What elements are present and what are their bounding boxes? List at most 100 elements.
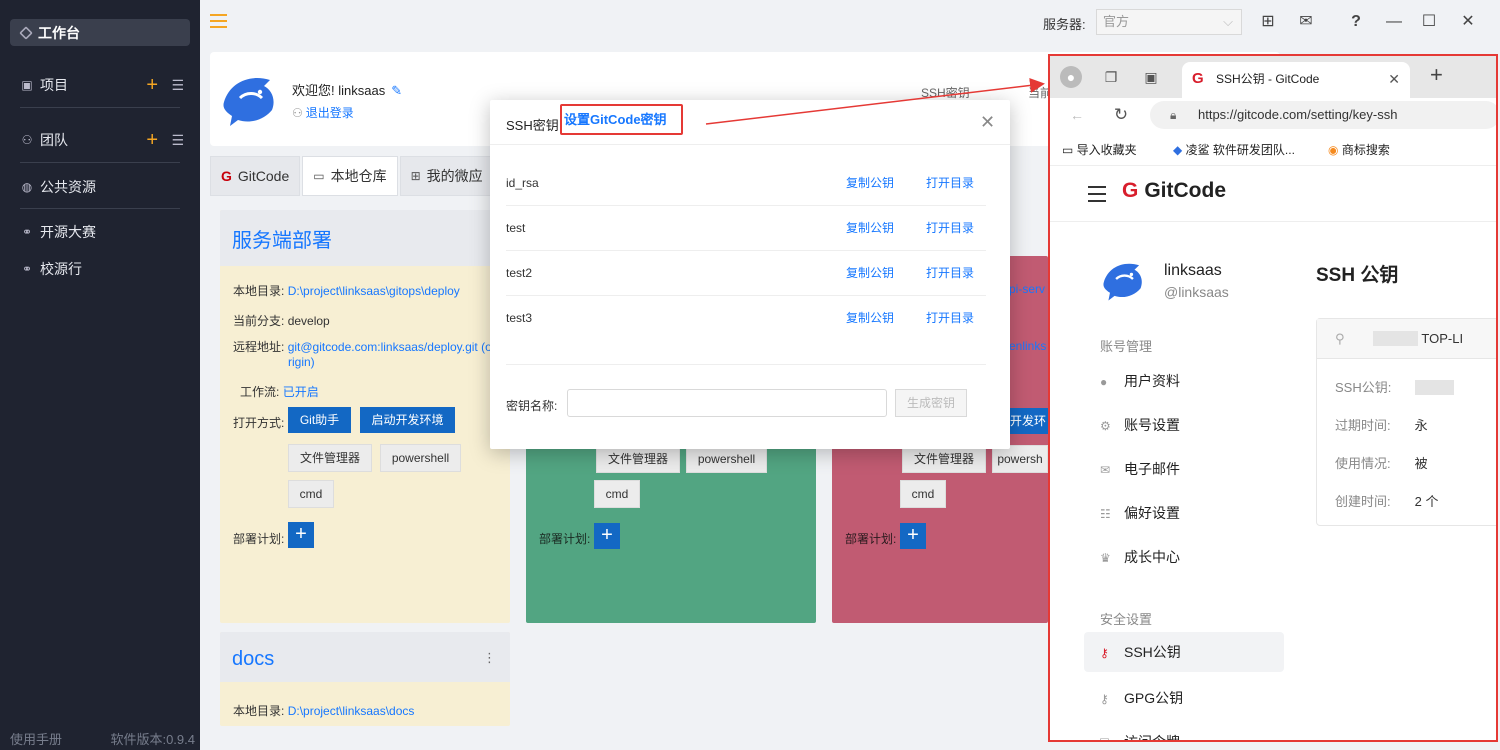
browser-tab[interactable]: G SSH公钥 - GitCode ✕	[1182, 62, 1410, 98]
gitcode-logo-icon: G	[1122, 179, 1139, 202]
add-deploy-plan-button[interactable]: +	[594, 523, 620, 549]
manual-link[interactable]: 使用手册	[10, 729, 62, 748]
bookmark-linksaas[interactable]: ◆ 凌鲨 软件研发团队...	[1173, 141, 1295, 158]
redacted-text: xxxxxxx	[1372, 331, 1419, 346]
refresh-icon[interactable]: ↻	[1110, 104, 1132, 126]
nav-email[interactable]: ✉ 电子邮件	[1100, 459, 1180, 479]
sidebar-item-contest[interactable]: ⚭ 开源大赛	[20, 222, 190, 242]
powershell-button[interactable]: powersh	[992, 445, 1048, 473]
add-project-icon[interactable]: +	[146, 75, 158, 95]
copy-public-key-link[interactable]: 复制公钥	[846, 206, 894, 251]
copy-public-key-link[interactable]: 复制公钥	[846, 296, 894, 341]
modal-title: SSH密钥	[506, 118, 559, 133]
collections-icon[interactable]: ❐	[1100, 66, 1122, 88]
add-deploy-plan-button[interactable]: +	[900, 523, 926, 549]
ssh-key-card-header: ⚲ xxxxxxx TOP-LI	[1317, 319, 1496, 359]
url-fragment[interactable]: enlinks	[1009, 339, 1046, 353]
key-name-label: 密钥名称:	[506, 399, 558, 413]
file-manager-button[interactable]: 文件管理器	[902, 445, 986, 473]
copy-public-key-link[interactable]: 复制公钥	[846, 251, 894, 296]
sidebar-item-workbench[interactable]: 工作台	[10, 19, 190, 46]
deploy-plan-label: 部署计划:	[845, 532, 897, 546]
remote-link[interactable]: git@gitcode.com:linksaas/deploy.git (o	[288, 340, 492, 354]
close-icon[interactable]: ✕	[980, 112, 995, 133]
mail-icon[interactable]: ✉	[1295, 11, 1317, 33]
nav-preferences[interactable]: ☷ 偏好设置	[1100, 503, 1180, 523]
sidebar-item-label: 团队	[40, 132, 68, 148]
gitcode-logo[interactable]: G GitCode	[1122, 179, 1226, 203]
cmd-button[interactable]: cmd	[594, 480, 640, 508]
sidebar-icon[interactable]: ▣	[1140, 66, 1162, 88]
open-directory-link[interactable]: 打开目录	[926, 206, 974, 251]
more-icon[interactable]: ⋮	[483, 650, 496, 666]
server-label: 服务器:	[1043, 17, 1086, 32]
repo-card-title[interactable]: docs	[220, 632, 510, 682]
nav-growth-center[interactable]: ♛ 成长中心	[1100, 547, 1180, 567]
tab-gitcode[interactable]: G GitCode	[210, 156, 301, 196]
generate-key-button[interactable]: 生成密钥	[895, 389, 967, 417]
powershell-button[interactable]: powershell	[686, 445, 767, 473]
powershell-button[interactable]: powershell	[380, 444, 461, 472]
section-security: 安全设置	[1100, 612, 1153, 627]
list-icon[interactable]: ☰	[171, 132, 184, 149]
bookmark-trademark[interactable]: ◉ 商标搜索	[1328, 141, 1390, 158]
open-directory-link[interactable]: 打开目录	[926, 161, 974, 206]
menu-icon[interactable]	[1088, 186, 1106, 202]
divider	[490, 144, 1010, 145]
add-team-icon[interactable]: +	[146, 130, 158, 150]
menu-icon[interactable]	[210, 14, 227, 28]
browser-window: ● ❐ ▣ G SSH公钥 - GitCode ✕ + ← ↻ 🔒︎ https…	[1048, 54, 1498, 742]
sidebar-item-public-resources[interactable]: ◍ 公共资源	[20, 177, 190, 197]
cmd-button[interactable]: cmd	[900, 480, 946, 508]
tab-bar: G GitCode ▭ 本地仓库 ⊞ 我的微应	[210, 156, 494, 196]
add-deploy-plan-button[interactable]: +	[288, 522, 314, 548]
field-label: 当前分支:	[233, 314, 285, 328]
open-directory-link[interactable]: 打开目录	[926, 296, 974, 341]
help-icon[interactable]: ?	[1345, 11, 1367, 33]
tab-local-repo[interactable]: ▭ 本地仓库	[302, 156, 398, 196]
profile-icon[interactable]: ●	[1060, 66, 1082, 88]
sidebar-item-projects[interactable]: ▣ 项目 + ☰	[20, 75, 190, 95]
minimize-icon[interactable]: —	[1383, 11, 1405, 33]
start-dev-env-button[interactable]: 开发环	[1008, 408, 1048, 434]
local-dir-link[interactable]: D:\project\linksaas\docs	[288, 704, 415, 718]
edit-icon[interactable]: ✎	[391, 83, 402, 98]
network-icon[interactable]: ⊞	[1257, 11, 1279, 33]
git-assistant-button[interactable]: Git助手	[288, 407, 351, 433]
set-gitcode-key-link[interactable]: 设置GitCode密钥	[560, 104, 683, 135]
repo-card-title[interactable]: 服务端部署	[220, 210, 510, 266]
sidebar-item-team[interactable]: ⚇ 团队 + ☰	[20, 130, 190, 150]
bookmarks-bar: ▭ 导入收藏夹 ◆ 凌鲨 软件研发团队... ◉ 商标搜索	[1050, 132, 1496, 166]
start-dev-env-button[interactable]: 启动开发环境	[360, 407, 455, 433]
nav-account-settings[interactable]: ⚙ 账号设置	[1100, 415, 1180, 435]
logout-link[interactable]: ⚇ 退出登录	[292, 104, 354, 121]
repo-card-body: 本地目录: D:\project\linksaas\gitops\deploy …	[220, 266, 510, 623]
sidebar-item-campus[interactable]: ⚭ 校源行	[20, 259, 190, 279]
nav-gpg-keys[interactable]: ⚷ GPG公钥	[1100, 688, 1183, 708]
list-icon[interactable]: ☰	[171, 77, 184, 94]
copy-public-key-link[interactable]: 复制公钥	[846, 161, 894, 206]
close-icon[interactable]: ✕	[1457, 11, 1479, 33]
file-manager-button[interactable]: 文件管理器	[596, 445, 680, 473]
key-name-input[interactable]	[567, 389, 887, 417]
url-fragment[interactable]: pi-serv	[1009, 282, 1045, 296]
server-select[interactable]: 官方 ⌵	[1096, 9, 1242, 35]
remote-link-cont[interactable]: rigin)	[288, 355, 315, 369]
url-field[interactable]: 🔒︎ https://gitcode.com/setting/key-ssh	[1150, 101, 1496, 129]
open-directory-link[interactable]: 打开目录	[926, 251, 974, 296]
ssh-key-column[interactable]: SSH密钥	[921, 84, 970, 101]
back-icon[interactable]: ←	[1066, 104, 1088, 126]
local-dir-link[interactable]: D:\project\linksaas\gitops\deploy	[288, 284, 460, 298]
bookmark-import[interactable]: ▭ 导入收藏夹	[1062, 141, 1137, 158]
new-tab-icon[interactable]: +	[1430, 62, 1443, 88]
maximize-icon[interactable]: ☐	[1418, 11, 1440, 33]
nav-access-tokens[interactable]: ⛉ 访问令牌	[1100, 732, 1180, 740]
nav-user-profile[interactable]: ● 用户资料	[1100, 371, 1180, 391]
workflow-status[interactable]: 已开启	[283, 385, 319, 399]
close-tab-icon[interactable]: ✕	[1388, 62, 1400, 96]
cmd-button[interactable]: cmd	[288, 480, 334, 508]
tab-micro-apps[interactable]: ⊞ 我的微应	[399, 156, 492, 196]
nav-ssh-keys[interactable]: ⚷ SSH公钥	[1084, 632, 1284, 672]
tab-label: 本地仓库	[330, 168, 387, 184]
file-manager-button[interactable]: 文件管理器	[288, 444, 372, 472]
